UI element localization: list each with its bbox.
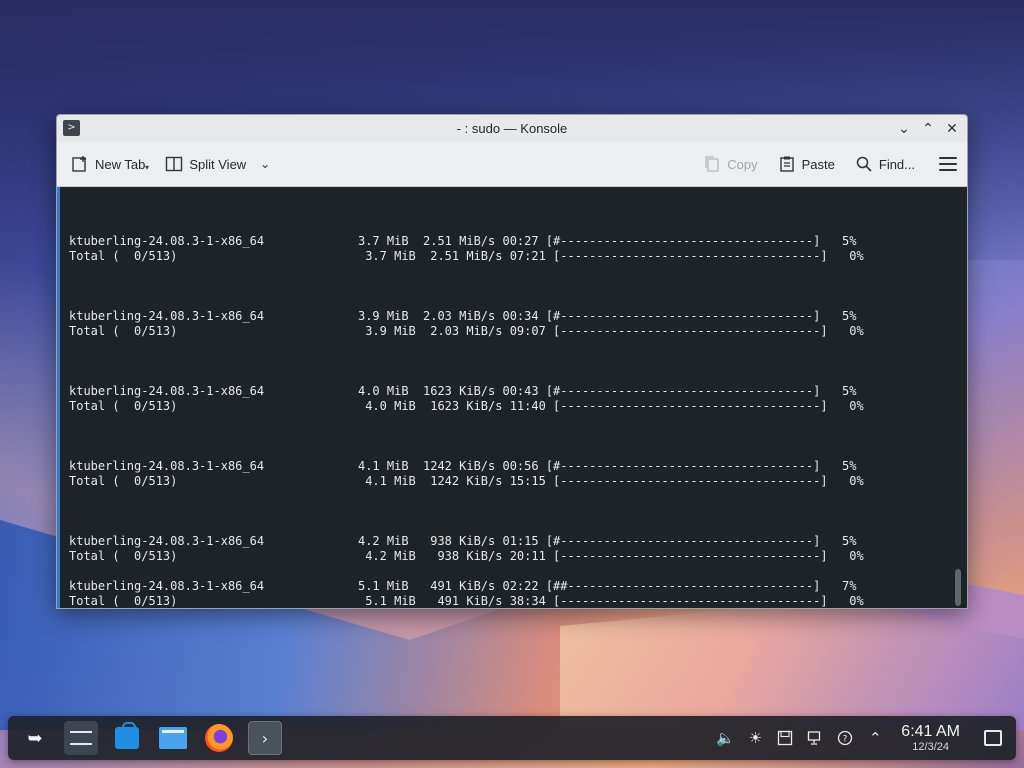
terminal-line: ktuberling-24.08.3-1-x86_64 3.7 MiB 2.51… (69, 234, 857, 248)
find-button[interactable]: Find... (855, 155, 915, 173)
system-settings-icon[interactable] (64, 721, 98, 755)
window-title: - : sudo — Konsole (456, 121, 568, 136)
paste-button[interactable]: Paste (778, 155, 835, 173)
toolbar: New Tab ▾ Split View ⌄ Copy Paste Find..… (57, 142, 967, 187)
split-view-icon (165, 155, 183, 173)
terminal-line: Total ( 0/513) 4.0 MiB 1623 KiB/s 11:40 … (69, 399, 864, 413)
clock-date: 12/3/24 (912, 740, 949, 753)
terminal-line: ktuberling-24.08.3-1-x86_64 3.9 MiB 2.03… (69, 309, 857, 323)
copy-button[interactable]: Copy (703, 155, 758, 173)
digital-clock[interactable]: 6:41 AM 12/3/24 (901, 723, 960, 754)
new-tab-label: New Tab (95, 156, 146, 172)
volume-muted-icon[interactable]: 🔈 (715, 728, 735, 748)
dropdown-arrow-icon[interactable]: ▾ (145, 163, 149, 172)
terminal-line: Total ( 0/513) 3.7 MiB 2.51 MiB/s 07:21 … (69, 249, 864, 263)
terminal-line: ktuberling-24.08.3-1-x86_64 5.1 MiB 491 … (69, 579, 857, 593)
maximize-icon[interactable]: ⌃ (919, 120, 937, 138)
terminal-line: Total ( 0/513) 4.2 MiB 938 KiB/s 20:11 [… (69, 549, 864, 563)
konsole-window: > - : sudo — Konsole ⌄ ⌃ ✕ New Tab ▾ Spl… (56, 114, 968, 609)
terminal-line: Total ( 0/513) 3.9 MiB 2.03 MiB/s 09:07 … (69, 324, 864, 338)
show-desktop-icon[interactable] (984, 730, 1002, 746)
brightness-icon[interactable]: ☀ (745, 728, 765, 748)
copy-label: Copy (727, 156, 758, 172)
copy-icon (703, 155, 721, 173)
split-view-label: Split View (189, 156, 247, 172)
terminal-line: ktuberling-24.08.3-1-x86_64 4.2 MiB 938 … (69, 534, 857, 548)
network-icon[interactable] (805, 728, 825, 748)
firefox-icon[interactable] (202, 721, 236, 755)
terminal-line: Total ( 0/513) 4.1 MiB 1242 KiB/s 15:15 … (69, 474, 864, 488)
svg-text:?: ? (843, 735, 848, 745)
application-launcher-icon[interactable]: ➥ (18, 721, 52, 755)
paste-label: Paste (801, 156, 835, 172)
search-icon (855, 155, 873, 173)
paste-icon (778, 155, 796, 173)
terminal-line: ktuberling-24.08.3-1-x86_64 4.0 MiB 1623… (69, 384, 857, 398)
terminal-view[interactable]: ktuberling-24.08.3-1-x86_64 3.7 MiB 2.51… (57, 187, 967, 608)
help-icon[interactable]: ? (835, 728, 855, 748)
taskbar: ➥ › 🔈 ☀ ? ⌃ 6:41 AM 12/3/24 (8, 716, 1016, 760)
terminal-line: ktuberling-24.08.3-1-x86_64 4.1 MiB 1242… (69, 459, 857, 473)
disk-icon[interactable] (775, 728, 795, 748)
split-view-button[interactable]: Split View ⌄ (165, 155, 274, 173)
terminal-scrollbar[interactable] (955, 569, 961, 606)
terminal-line: Total ( 0/513) 5.1 MiB 491 KiB/s 38:34 [… (69, 594, 864, 608)
close-icon[interactable]: ✕ (943, 120, 961, 138)
chevron-down-icon[interactable]: ⌄ (256, 155, 274, 173)
minimize-icon[interactable]: ⌄ (895, 120, 913, 138)
terminal-output: ktuberling-24.08.3-1-x86_64 3.7 MiB 2.51… (69, 234, 864, 608)
dolphin-files-icon[interactable] (156, 721, 190, 755)
new-tab-button[interactable]: New Tab ▾ (71, 155, 149, 173)
window-controls: ⌄ ⌃ ✕ (895, 115, 961, 142)
hamburger-menu-icon[interactable] (939, 157, 957, 171)
clock-time: 6:41 AM (901, 722, 960, 740)
new-tab-icon (71, 155, 89, 173)
task-manager: ➥ › (8, 721, 282, 755)
find-label: Find... (878, 156, 915, 172)
chevron-up-icon[interactable]: ⌃ (865, 728, 885, 748)
discover-store-icon[interactable] (110, 721, 144, 755)
system-tray: 🔈 ☀ ? ⌃ 6:41 AM 12/3/24 (715, 723, 1016, 754)
terminal-prompt-icon[interactable]: > (63, 120, 80, 136)
konsole-icon[interactable]: › (248, 721, 282, 755)
window-titlebar[interactable]: > - : sudo — Konsole ⌄ ⌃ ✕ (57, 115, 967, 142)
